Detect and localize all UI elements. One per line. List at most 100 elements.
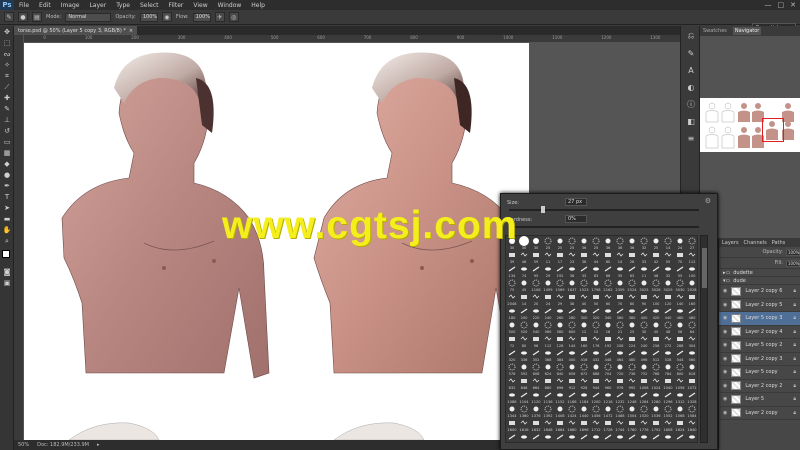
brush-preset[interactable]: 128: [557, 337, 565, 348]
brush-preset[interactable]: 720: [617, 364, 625, 377]
brush-preset[interactable]: 112: [545, 336, 552, 348]
brush-preset[interactable]: 368: [545, 351, 553, 362]
brush-preset[interactable]: 1792: [651, 421, 661, 432]
menu-image[interactable]: Image: [56, 2, 85, 9]
brush-preset[interactable]: 55: [664, 252, 672, 264]
visibility-eye-icon[interactable]: ◉: [723, 329, 727, 335]
brush-preset[interactable]: 400: [641, 308, 649, 320]
brush-preset[interactable]: 48: [652, 266, 660, 278]
brush-preset[interactable]: 1264: [639, 392, 649, 404]
brush-preset[interactable]: 416: [581, 350, 589, 362]
brush-preset[interactable]: 1632: [531, 421, 541, 432]
brush-preset[interactable]: 56: [677, 322, 683, 335]
brush-preset[interactable]: 1008: [639, 379, 649, 390]
brush-preset[interactable]: 240: [545, 308, 553, 320]
brush-preset[interactable]: 60: [605, 253, 611, 264]
tab-layers[interactable]: Layers: [722, 240, 739, 246]
brush-preset[interactable]: 3028: [651, 279, 661, 292]
brush-preset[interactable]: 1088: [507, 393, 517, 404]
brush-preset[interactable]: 2080: [675, 434, 685, 443]
brush-preset[interactable]: 200: [521, 308, 529, 320]
brush-preset[interactable]: 1968: [591, 435, 601, 443]
navigator-view-frame[interactable]: [762, 118, 784, 142]
brush-preset[interactable]: 1499: [543, 280, 553, 293]
brush-hardness-slider-track[interactable]: [509, 226, 699, 228]
brush-preset[interactable]: 880: [545, 379, 553, 390]
size-pressure-icon[interactable]: ◎: [228, 12, 239, 22]
brush-preset[interactable]: 480: [689, 308, 697, 320]
brush-preset[interactable]: 280: [569, 308, 577, 320]
brush-preset[interactable]: 384: [557, 350, 565, 362]
brush-grid-scrollbar[interactable]: [700, 235, 708, 443]
brush-preset[interactable]: 220: [533, 309, 541, 320]
tab-paths[interactable]: Paths: [772, 240, 786, 246]
tab-channels[interactable]: Channels: [744, 240, 767, 246]
brush-preset[interactable]: 39: [617, 267, 623, 278]
brush-preset[interactable]: 1456: [591, 405, 601, 418]
brush-preset[interactable]: 496: [641, 351, 649, 362]
dodge-tool-icon[interactable]: ●: [1, 170, 13, 180]
menu-view[interactable]: View: [188, 2, 212, 9]
brush-preset[interactable]: 944: [593, 379, 601, 390]
brush-preset[interactable]: 25: [568, 237, 576, 250]
color-swatches[interactable]: [0, 248, 14, 266]
brush-size-field[interactable]: 27 px: [565, 198, 587, 206]
brush-preset[interactable]: 1328: [687, 392, 697, 404]
brush-preset[interactable]: 11: [544, 252, 552, 264]
brush-preset[interactable]: 1872: [519, 435, 528, 443]
screen-mode-icon[interactable]: ▣: [1, 278, 13, 288]
layer-row[interactable]: ◉ Layer 2 copy 🔒︎: [719, 407, 800, 420]
brush-preset[interactable]: 928: [581, 378, 589, 390]
brush-preset[interactable]: 1106: [531, 279, 541, 292]
menu-help[interactable]: Help: [246, 2, 270, 9]
hand-tool-icon[interactable]: ✋: [1, 225, 13, 235]
brush-preset[interactable]: 768: [652, 363, 661, 376]
visibility-eye-icon[interactable]: ◉: [723, 396, 727, 402]
foreground-color-swatch[interactable]: [2, 250, 10, 258]
brush-preset[interactable]: 688: [593, 364, 601, 377]
brush-preset[interactable]: 40: [653, 322, 659, 335]
brush-preset[interactable]: 14: [664, 237, 672, 250]
brush-preset[interactable]: 672: [580, 363, 588, 376]
brush-preset[interactable]: 260: [557, 309, 565, 320]
brush-preset[interactable]: 1888: [531, 434, 541, 443]
brush-preset[interactable]: 1808: [663, 420, 673, 432]
brush-preset[interactable]: 3029: [663, 280, 673, 293]
brush-preset[interactable]: 960: [605, 378, 613, 390]
brush-preset[interactable]: 272: [665, 336, 672, 348]
color-panel-icon[interactable]: ◧: [683, 114, 699, 128]
brush-preset[interactable]: 1696: [579, 421, 589, 432]
brush-preset[interactable]: 420: [653, 309, 661, 320]
brush-preset[interactable]: 992: [629, 378, 636, 390]
menu-window[interactable]: Window: [213, 2, 247, 9]
move-tool-icon[interactable]: ✥: [1, 27, 13, 37]
brush-preset[interactable]: 440: [665, 308, 673, 320]
brush-preset[interactable]: 1536: [651, 406, 661, 419]
brush-preset[interactable]: 288: [677, 337, 685, 348]
brush-preset[interactable]: 1312: [675, 393, 685, 404]
brush-preset[interactable]: 2162: [603, 279, 613, 292]
visibility-eye-icon[interactable]: ◉: [723, 369, 727, 375]
brush-preset[interactable]: 1552: [663, 405, 673, 418]
brush-preset[interactable]: 500: [509, 322, 517, 335]
brush-preset[interactable]: 64: [688, 321, 696, 334]
brush-preset[interactable]: 39: [509, 253, 515, 264]
brush-preset[interactable]: 70: [617, 295, 623, 306]
brush-preset[interactable]: 36: [629, 238, 635, 251]
brush-preset[interactable]: 1584: [687, 405, 697, 418]
menu-type[interactable]: Type: [111, 2, 135, 9]
brush-preset[interactable]: 36: [581, 238, 587, 251]
status-menu-arrow-icon[interactable]: ▸: [97, 442, 100, 448]
layer-group-dudette[interactable]: ▸▭ dudette: [719, 269, 800, 277]
visibility-eye-icon[interactable]: ◉: [723, 288, 727, 294]
brush-preset[interactable]: 1824: [675, 421, 685, 432]
visibility-eye-icon[interactable]: ◉: [723, 383, 727, 389]
brush-preset[interactable]: 2048: [651, 434, 661, 443]
brush-preset[interactable]: 50: [593, 295, 599, 306]
brush-preset[interactable]: 1728: [603, 421, 613, 432]
brush-tool-preset-icon[interactable]: ✎: [4, 12, 14, 22]
brush-preset[interactable]: 528: [665, 351, 673, 362]
brush-preset[interactable]: 15: [592, 321, 600, 334]
menu-edit[interactable]: Edit: [34, 2, 56, 9]
healing-tool-icon[interactable]: ✚: [1, 93, 13, 103]
